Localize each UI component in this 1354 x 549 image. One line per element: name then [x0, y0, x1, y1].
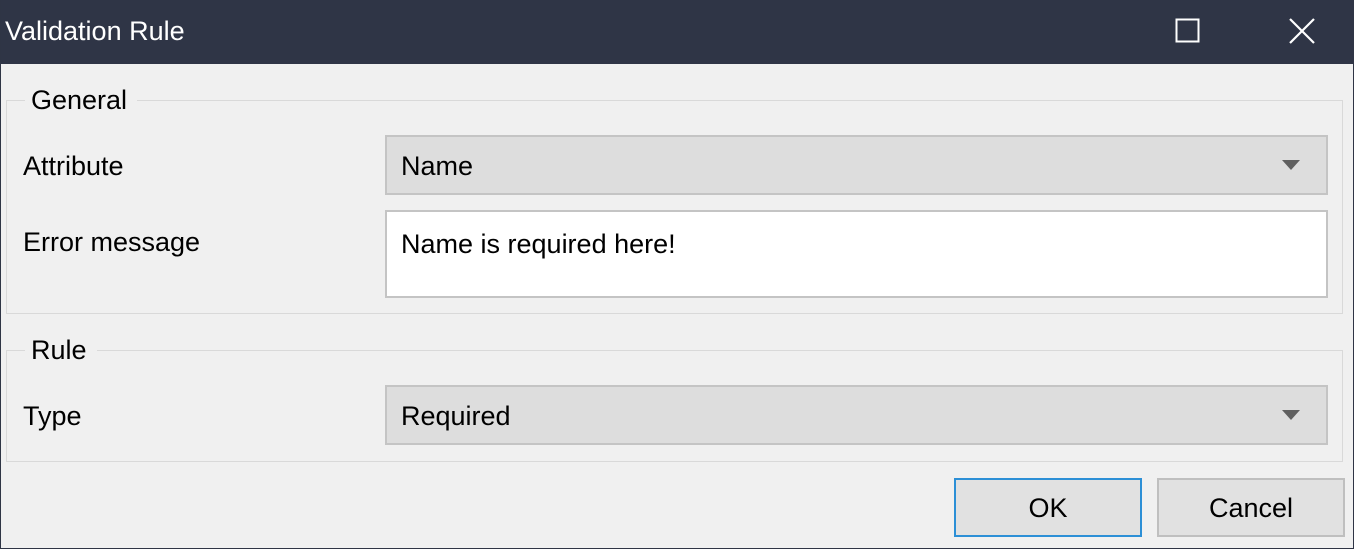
validation-rule-dialog: Validation Rule General Attribute Name E… — [0, 0, 1354, 549]
maximize-icon — [1175, 18, 1200, 43]
rule-group-legend: Rule — [25, 334, 97, 366]
attribute-dropdown[interactable]: Name — [385, 135, 1328, 195]
dropdown-arrow-icon — [1282, 160, 1300, 170]
cancel-button[interactable]: Cancel — [1157, 478, 1345, 537]
general-group-legend: General — [25, 84, 138, 116]
ok-button[interactable]: OK — [954, 478, 1142, 537]
error-message-field[interactable]: Name is required here! — [385, 210, 1328, 298]
type-dropdown[interactable]: Required — [385, 385, 1328, 445]
maximize-button[interactable] — [1159, 0, 1217, 62]
attribute-label: Attribute — [23, 151, 124, 181]
attribute-dropdown-value: Name — [401, 151, 474, 181]
close-button[interactable] — [1273, 0, 1331, 62]
type-label: Type — [23, 401, 82, 431]
window-title: Validation Rule — [5, 16, 185, 46]
error-message-label: Error message — [23, 227, 201, 257]
close-icon — [1289, 18, 1315, 44]
dropdown-arrow-icon — [1282, 410, 1300, 420]
title-bar[interactable]: Validation Rule — [1, 0, 1353, 64]
error-message-value: Name is required here! — [401, 229, 676, 259]
type-dropdown-value: Required — [401, 401, 511, 431]
